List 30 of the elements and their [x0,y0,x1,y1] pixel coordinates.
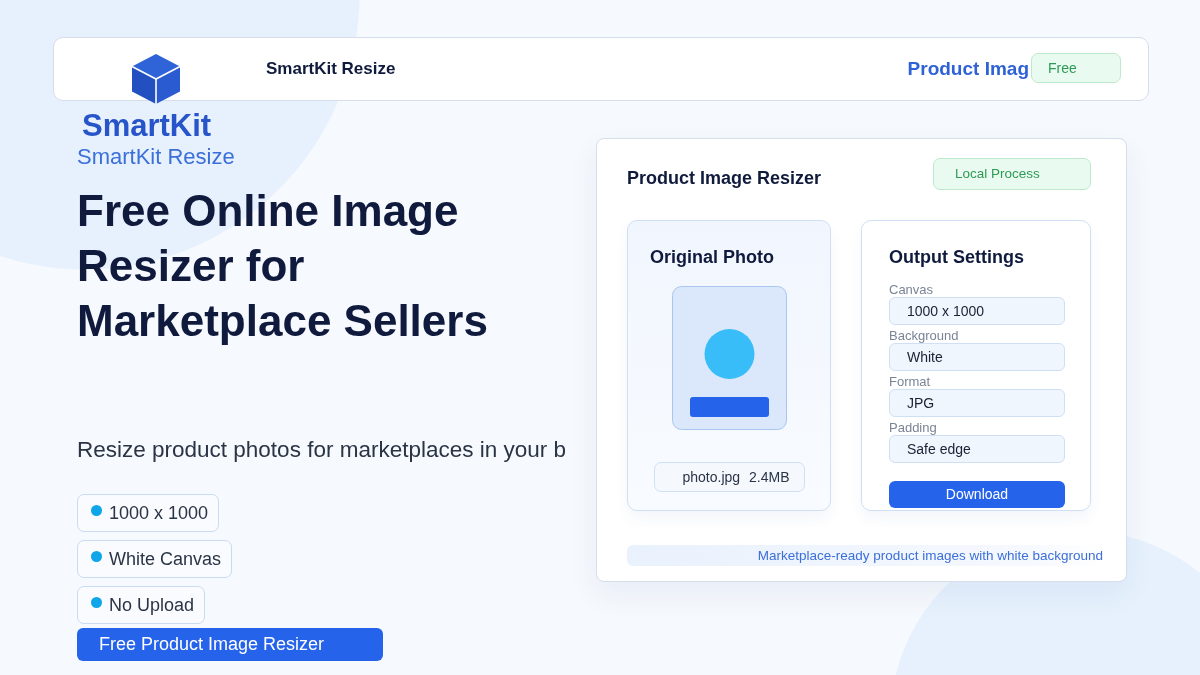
settings-field[interactable]: White [889,343,1065,371]
dot-icon [91,551,102,562]
cta-button[interactable]: Free Product Image Resizer [77,628,383,661]
download-button[interactable]: Download [889,481,1065,508]
status-badge: Local Process [933,158,1091,190]
hero-subtitle: Resize product photos for marketplaces in your b [77,436,566,464]
panel-title: Output Settings [889,246,1024,268]
nav-link[interactable]: Product Imag [907,54,1029,84]
field-label: Format [889,375,932,389]
field-label: Background [889,329,960,343]
field-label: Canvas [889,283,935,297]
file-name: photo.jpg [682,467,741,487]
card-title: Product Image Resizer [627,166,822,190]
hero-heading: Free Online Image Resizer for Marketplace Sellers [77,185,489,347]
footer-note: Marketplace-ready product images with white background [627,545,1103,566]
feature-label: White Canvas [109,547,222,571]
brand-subtitle: SmartKit Resize [77,145,235,169]
settings-field[interactable]: JPG [889,389,1065,417]
field-label: Padding [889,421,938,435]
free-badge: Free [1031,53,1121,83]
feature-label: 1000 x 1000 [109,501,209,525]
feature-label: No Upload [109,593,195,617]
dot-icon [91,597,102,608]
settings-field[interactable]: 1000 x 1000 [889,297,1065,325]
dot-icon [91,505,102,516]
settings-field[interactable]: Safe edge [889,435,1065,463]
brand-wordmark: SmartKit [82,110,212,142]
panel-title: Original Photo [650,246,774,268]
header-title: SmartKit Resize [266,58,396,81]
file-size: 2.4MB [749,467,790,487]
